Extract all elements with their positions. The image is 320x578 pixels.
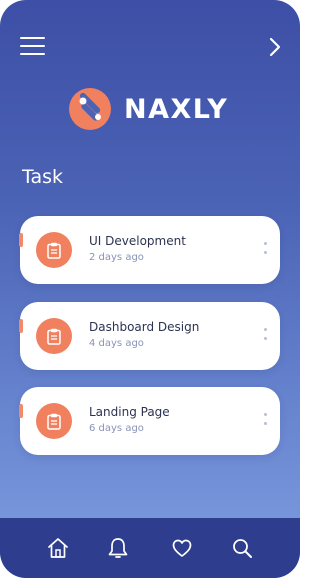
bell-icon [108, 538, 128, 558]
clipboard-icon [47, 413, 61, 430]
bottom-navigation [0, 518, 300, 578]
task-title: UI Development [89, 234, 186, 248]
task-icon-badge [36, 403, 72, 439]
clipboard-icon [47, 242, 61, 259]
brand-name: NAXLY [124, 93, 229, 125]
more-options-button[interactable] [264, 242, 268, 258]
naxly-logo-icon [69, 88, 111, 130]
clipboard-icon [47, 328, 61, 345]
next-button[interactable] [268, 36, 282, 58]
task-time: 2 days ago [89, 252, 144, 263]
nav-home-button[interactable] [46, 536, 70, 560]
nav-favorites-button[interactable] [170, 536, 194, 560]
heart-icon [172, 539, 192, 557]
task-icon-badge [36, 232, 72, 268]
menu-button[interactable] [20, 37, 45, 57]
more-options-button[interactable] [264, 413, 268, 429]
top-bar [0, 0, 300, 80]
nav-notifications-button[interactable] [106, 536, 130, 560]
task-card[interactable]: Landing Page 6 days ago [19, 387, 280, 455]
task-time: 6 days ago [89, 423, 144, 434]
chevron-right-icon [269, 37, 281, 57]
nav-search-button[interactable] [230, 536, 254, 560]
task-accent-marker [19, 404, 23, 418]
task-time: 4 days ago [89, 338, 144, 349]
section-title: Task [22, 166, 64, 188]
home-icon [48, 538, 68, 558]
task-card[interactable]: UI Development 2 days ago [19, 216, 280, 284]
task-accent-marker [19, 319, 23, 333]
task-title: Landing Page [89, 405, 170, 419]
task-accent-marker [19, 233, 23, 247]
task-card[interactable]: Dashboard Design 4 days ago [19, 302, 280, 370]
more-options-button[interactable] [264, 328, 268, 344]
app-screen: NAXLY Task UI Development 2 days ago Das… [0, 0, 300, 578]
task-icon-badge [36, 318, 72, 354]
search-icon [233, 539, 252, 558]
brand-logo: NAXLY [68, 85, 228, 133]
task-title: Dashboard Design [89, 320, 200, 334]
